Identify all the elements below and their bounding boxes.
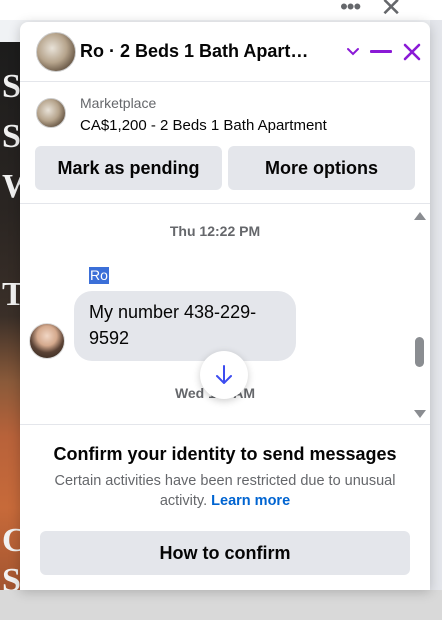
header-actions bbox=[346, 42, 422, 62]
message-scrollbar[interactable] bbox=[410, 204, 430, 424]
sender-avatar[interactable] bbox=[29, 323, 65, 359]
background-bottom-bar bbox=[0, 590, 442, 620]
listing-avatar[interactable] bbox=[36, 31, 76, 72]
scrollbar-thumb[interactable] bbox=[415, 337, 424, 367]
background-right-edge bbox=[430, 20, 442, 590]
sender-name: Ro bbox=[89, 267, 109, 284]
how-to-confirm-button[interactable]: How to confirm bbox=[40, 531, 410, 575]
listing-actions: Mark as pending More options bbox=[20, 138, 430, 190]
message-timestamp: Thu 12:22 PM bbox=[169, 223, 261, 239]
minimize-icon[interactable] bbox=[370, 49, 392, 54]
more-icon[interactable]: ••• bbox=[340, 0, 361, 18]
chat-header: Ro · 2 Beds 1 Bath Apartm… bbox=[20, 22, 430, 82]
more-options-button[interactable]: More options bbox=[228, 146, 415, 190]
chevron-down-icon[interactable] bbox=[346, 47, 360, 57]
message-thread[interactable]: Thu 12:22 PM Ro My number 438-229-9592 W… bbox=[20, 204, 430, 424]
message-bubble[interactable]: My number 438-229-9592 bbox=[74, 291, 296, 361]
background-letter: S bbox=[2, 68, 21, 105]
chat-title[interactable]: Ro · 2 Beds 1 Bath Apartm… bbox=[80, 41, 320, 62]
background-letter: S bbox=[2, 562, 21, 590]
listing-info: Marketplace CA$1,200 - 2 Beds 1 Bath Apa… bbox=[80, 94, 327, 138]
background-window-controls: ••• ✕ bbox=[340, 0, 402, 20]
arrow-down-icon bbox=[216, 365, 232, 384]
close-chat-icon[interactable] bbox=[402, 42, 422, 62]
scroll-down-arrow-icon[interactable] bbox=[414, 410, 426, 418]
learn-more-link[interactable]: Learn more bbox=[211, 493, 290, 509]
listing-price-title: CA$1,200 - 2 Beds 1 Bath Apartment bbox=[80, 117, 327, 134]
scroll-to-bottom-button[interactable] bbox=[200, 351, 248, 399]
scroll-up-arrow-icon[interactable] bbox=[414, 212, 426, 220]
chat-window: Ro · 2 Beds 1 Bath Apartm… Marketplace C… bbox=[20, 22, 430, 590]
restriction-description: Certain activities have been restricted … bbox=[40, 471, 410, 511]
listing-thumbnail bbox=[36, 98, 66, 128]
restriction-notice: Confirm your identity to send messages C… bbox=[20, 424, 430, 575]
marketplace-label: Marketplace bbox=[80, 95, 157, 111]
mark-as-pending-button[interactable]: Mark as pending bbox=[35, 146, 222, 190]
background-letter: S bbox=[2, 118, 21, 155]
marketplace-listing[interactable]: Marketplace CA$1,200 - 2 Beds 1 Bath Apa… bbox=[20, 82, 430, 138]
background-topbar: ••• ✕ bbox=[0, 0, 442, 20]
close-icon[interactable]: ✕ bbox=[380, 0, 402, 20]
restriction-title: Confirm your identity to send messages bbox=[53, 444, 397, 464]
